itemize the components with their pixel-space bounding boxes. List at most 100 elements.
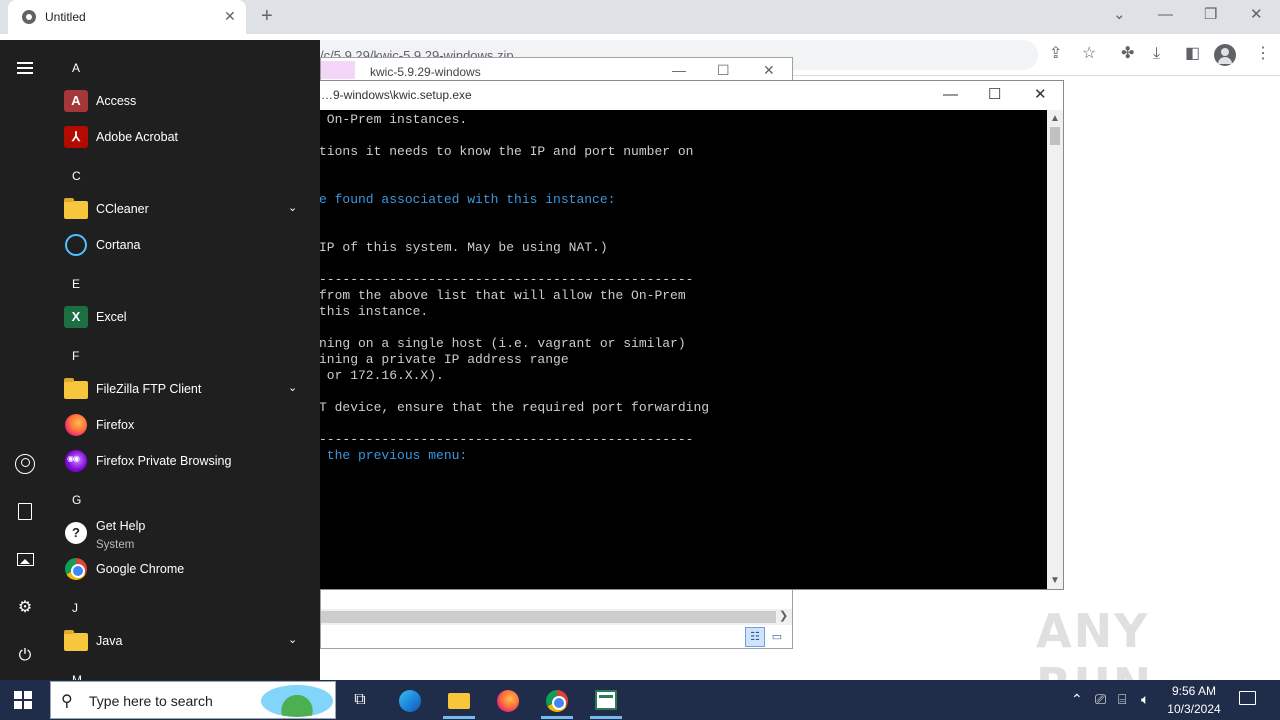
app-filezilla[interactable]: FileZilla FTP Client ⌄ bbox=[50, 371, 320, 407]
scroll-up-icon[interactable]: ▲ bbox=[1050, 113, 1060, 124]
chrome-icon bbox=[65, 558, 87, 580]
acrobat-icon: ⅄ bbox=[64, 126, 88, 148]
chevron-down-icon[interactable]: ⌄ bbox=[288, 381, 297, 394]
meet-now-icon[interactable]: ⎚ bbox=[1095, 690, 1106, 708]
console-line: IP of this system. May be using NAT.) bbox=[319, 240, 608, 255]
task-view-button[interactable]: ⧉ bbox=[338, 683, 382, 717]
taskbar-chrome[interactable] bbox=[535, 683, 579, 719]
app-cortana[interactable]: Cortana bbox=[50, 227, 320, 263]
start-menu-app-list: A A Access ⅄ Adobe Acrobat C CCleaner ⌄ … bbox=[50, 40, 320, 680]
firefox-icon bbox=[65, 414, 87, 436]
app-get-help[interactable]: ? Get Help System bbox=[50, 515, 320, 551]
app-label: Access bbox=[96, 94, 137, 108]
app-label: Get Help bbox=[96, 519, 146, 533]
app-adobe-acrobat[interactable]: ⅄ Adobe Acrobat bbox=[50, 119, 320, 155]
letter-header-g[interactable]: G bbox=[72, 493, 81, 507]
console-title: …9-windows\kwic.setup.exe bbox=[321, 88, 472, 102]
app-firefox[interactable]: Firefox bbox=[50, 407, 320, 443]
browser-restore-button[interactable]: ❐ bbox=[1204, 6, 1217, 24]
letter-header-e[interactable]: E bbox=[72, 277, 80, 291]
search-highlight-art bbox=[261, 685, 333, 717]
get-help-icon: ? bbox=[65, 522, 87, 544]
console-minimize-button[interactable]: — bbox=[943, 86, 958, 104]
power-icon[interactable]: ⏻ bbox=[0, 644, 50, 668]
console-output[interactable]: On-Prem instances. tions it needs to know… bbox=[307, 110, 1047, 589]
explorer-close-button[interactable]: ✕ bbox=[763, 62, 775, 78]
letter-header-j[interactable]: J bbox=[72, 601, 78, 615]
user-account-icon[interactable] bbox=[15, 454, 35, 474]
explorer-minimize-button[interactable]: — bbox=[672, 62, 686, 78]
console-vertical-scrollbar[interactable] bbox=[1047, 110, 1063, 589]
cortana-icon bbox=[65, 234, 87, 256]
tab-close-icon[interactable]: ✕ bbox=[224, 8, 236, 24]
share-icon[interactable]: ⇪ bbox=[1049, 44, 1062, 64]
app-ccleaner[interactable]: CCleaner ⌄ bbox=[50, 191, 320, 227]
details-view-icon[interactable]: ☷ bbox=[745, 627, 765, 647]
notifications-icon[interactable] bbox=[1239, 691, 1256, 705]
app-access[interactable]: A Access bbox=[50, 83, 320, 119]
taskbar-kwic-setup[interactable] bbox=[584, 683, 628, 719]
task-view-icon: ⧉ bbox=[354, 691, 366, 708]
console-scroll-thumb[interactable] bbox=[1050, 127, 1060, 145]
chevron-down-icon[interactable]: ⌄ bbox=[288, 633, 297, 646]
letter-header-f[interactable]: F bbox=[72, 349, 79, 363]
expand-menu-icon[interactable] bbox=[17, 62, 33, 74]
app-excel[interactable]: X Excel bbox=[50, 299, 320, 335]
console-close-button[interactable]: ✕ bbox=[1034, 86, 1047, 104]
profile-avatar-icon[interactable] bbox=[1214, 44, 1236, 66]
clock-date[interactable]: 10/3/2024 bbox=[1150, 702, 1238, 716]
explorer-maximize-button[interactable]: ☐ bbox=[717, 62, 730, 78]
volume-icon[interactable]: 🔈︎ bbox=[1141, 690, 1149, 708]
documents-icon[interactable] bbox=[18, 503, 32, 520]
app-java[interactable]: Java ⌄ bbox=[50, 623, 320, 659]
chevron-down-icon[interactable]: ⌄ bbox=[288, 201, 297, 214]
file-explorer-icon bbox=[448, 693, 470, 709]
new-tab-button[interactable]: + bbox=[261, 5, 273, 27]
show-hidden-icons-icon[interactable]: ⌃ bbox=[1071, 690, 1083, 708]
console-maximize-button[interactable]: ☐ bbox=[988, 86, 1001, 104]
chrome-icon bbox=[546, 690, 568, 712]
letter-header-m[interactable]: M bbox=[72, 673, 82, 680]
console-titlebar[interactable]: …9-windows\kwic.setup.exe — ☐ ✕ bbox=[307, 81, 1063, 110]
browser-close-button[interactable]: ✕ bbox=[1250, 6, 1263, 24]
search-placeholder: Type here to search bbox=[89, 693, 213, 709]
extensions-icon[interactable]: ✤ bbox=[1121, 44, 1134, 64]
console-line: On-Prem instances. bbox=[319, 112, 468, 127]
folder-icon bbox=[64, 378, 88, 399]
scroll-down-icon[interactable]: ▼ bbox=[1050, 575, 1060, 586]
app-google-chrome[interactable]: Google Chrome bbox=[50, 551, 320, 587]
firefox-icon bbox=[497, 690, 519, 712]
side-panel-icon[interactable]: ◧ bbox=[1185, 44, 1200, 64]
letter-header-a[interactable]: A bbox=[72, 61, 80, 75]
app-label: Firefox bbox=[96, 418, 135, 432]
excel-icon: X bbox=[64, 306, 88, 328]
console-line: this instance. bbox=[319, 304, 429, 319]
network-icon[interactable]: ⌸ bbox=[1118, 690, 1126, 708]
clock-time[interactable]: 9:56 AM bbox=[1150, 684, 1238, 698]
letter-header-c[interactable]: C bbox=[72, 169, 81, 183]
bookmark-star-icon[interactable]: ☆ bbox=[1082, 44, 1096, 64]
access-icon: A bbox=[64, 90, 88, 112]
taskbar-file-explorer[interactable] bbox=[437, 683, 481, 719]
settings-icon[interactable]: ⚙ bbox=[0, 596, 50, 620]
pictures-icon[interactable] bbox=[17, 553, 34, 566]
scroll-right-icon[interactable]: ❯ bbox=[779, 609, 788, 622]
browser-minimize-button[interactable]: — bbox=[1158, 6, 1173, 24]
app-firefox-private[interactable]: Firefox Private Browsing bbox=[50, 443, 320, 479]
explorer-scroll-thumb[interactable] bbox=[321, 611, 776, 623]
app-label: CCleaner bbox=[96, 202, 149, 216]
browser-menu-icon[interactable]: ⋮ bbox=[1255, 44, 1271, 64]
taskbar-firefox[interactable] bbox=[486, 683, 530, 717]
browser-tab-search-icon[interactable]: ⌄ bbox=[1113, 6, 1126, 24]
windows-start-icon[interactable] bbox=[14, 691, 32, 709]
taskbar-search-box[interactable]: ⚲ Type here to search bbox=[50, 681, 336, 719]
large-icons-view-icon[interactable]: ▭ bbox=[769, 629, 785, 645]
app-label: Adobe Acrobat bbox=[96, 130, 179, 144]
console-line: the previous menu: bbox=[319, 448, 468, 463]
taskbar-edge[interactable] bbox=[388, 683, 432, 717]
app-label: Excel bbox=[96, 310, 127, 324]
app-label: Google Chrome bbox=[96, 562, 185, 576]
downloads-icon[interactable]: ⤓ bbox=[1153, 44, 1160, 64]
browser-tab[interactable]: Untitled ✕ bbox=[8, 0, 246, 34]
tab-title: Untitled bbox=[45, 10, 86, 24]
